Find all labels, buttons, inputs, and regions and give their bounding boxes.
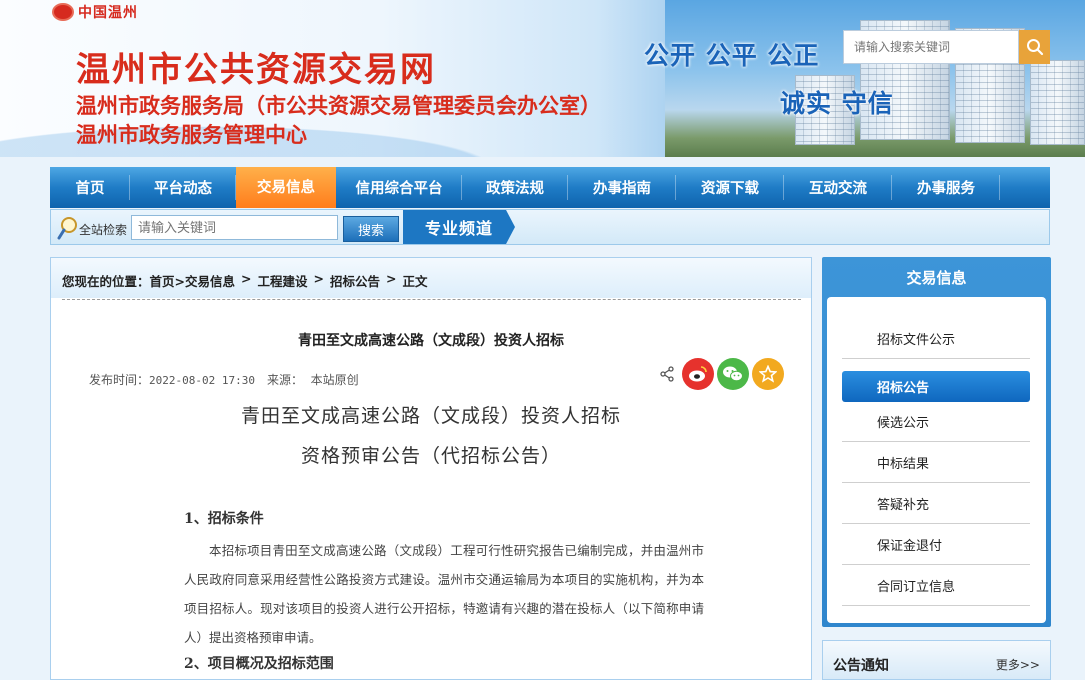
main-nav: 首页 平台动态 交易信息 信用综合平台 政策法规 办事指南 资源下载 互动交流 … [50, 167, 1050, 208]
sidebar-menu: 招标文件公示 招标公告 候选公示 中标结果 答疑补充 保证金退付 合同订立信息 [827, 297, 1046, 623]
favorite-star-icon[interactable] [752, 358, 784, 390]
logo-seal-icon [52, 3, 74, 21]
breadcrumb-tender-notice[interactable]: 招标公告 [330, 271, 380, 290]
sidebar-item-results[interactable]: 中标结果 [842, 442, 1030, 483]
header-banner: 中国温州 温州市公共资源交易网 温州市政务服务局（市公共资源交易管理委员会办公室… [0, 0, 1085, 157]
sidebar-title: 交易信息 [906, 269, 967, 287]
nav-services[interactable]: 办事服务 [892, 167, 1000, 208]
site-subtitle-1: 温州市政务服务局（市公共资源交易管理委员会办公室） [76, 94, 601, 118]
sidebar-item-deposit-refund[interactable]: 保证金退付 [842, 524, 1030, 565]
wechat-share-icon[interactable] [717, 358, 749, 390]
notice-heading-2: 资格预审公告（代招标公告） [300, 445, 561, 467]
building [1030, 60, 1085, 145]
site-title: 温州市公共资源交易网 [76, 50, 436, 90]
publish-time: 2022-08-02 17:30 [149, 374, 255, 387]
site-search-label: 全站检索 [79, 223, 128, 237]
breadcrumb-separator: > [386, 271, 397, 286]
notice-heading-1: 青田至文成高速公路（文成段）投资人招标 [240, 405, 621, 427]
magnifier-icon [57, 217, 77, 240]
nav-credit-platform[interactable]: 信用综合平台 [336, 167, 462, 208]
notice-panel-header: 公告通知 更多>> [822, 640, 1051, 680]
breadcrumb-engineering[interactable]: 工程建设 [258, 271, 308, 290]
breadcrumb-current: 正文 [402, 274, 428, 289]
professional-channel-tab[interactable]: 专业频道 [403, 210, 515, 244]
slogan-1: 公开 公平 公正 [644, 41, 820, 70]
article-panel: 您现在的位置： 首页 >交易信息 > 工程建设 > 招标公告 > 正文 青田至文… [50, 257, 812, 680]
source-value: 本站原创 [310, 373, 359, 387]
nav-interaction[interactable]: 互动交流 [784, 167, 892, 208]
sidebar-item-contracts[interactable]: 合同订立信息 [842, 565, 1030, 606]
logo-text: 中国温州 [78, 5, 138, 21]
site-logo[interactable]: 中国温州 [52, 2, 138, 22]
site-search-button[interactable]: 搜索 [343, 216, 399, 242]
nav-policy[interactable]: 政策法规 [462, 167, 568, 208]
breadcrumb-separator: > [313, 271, 324, 286]
sidebar-item-tender-notice[interactable]: 招标公告 [842, 371, 1030, 402]
nav-guide[interactable]: 办事指南 [568, 167, 676, 208]
notice-title: 公告通知 [833, 658, 889, 674]
nav-home[interactable]: 首页 [50, 167, 130, 208]
section-heading-2: 2、项目概况及招标范围 [184, 656, 334, 672]
breadcrumb-prefix: 您现在的位置： [62, 274, 150, 289]
nav-platform-news[interactable]: 平台动态 [130, 167, 236, 208]
share-icon[interactable] [659, 366, 675, 382]
breadcrumb: 您现在的位置： 首页 >交易信息 > 工程建设 > 招标公告 > 正文 [62, 271, 428, 290]
city-skyline-image [665, 0, 1085, 157]
search-icon [1026, 39, 1043, 56]
article-title: 青田至文成高速公路（文成段）投资人招标 [298, 333, 564, 349]
publish-label: 发布时间： [89, 373, 150, 387]
notice-more-link[interactable]: 更多>> [996, 656, 1040, 673]
slogan-2: 诚实 守信 [780, 89, 894, 118]
paragraph-text: 本招标项目青田至文成高速公路（文成段）工程可行性研究报告已编制完成，并由温州市人… [184, 543, 704, 645]
article-paragraph: 本招标项目青田至文成高速公路（文成段）工程可行性研究报告已编制完成，并由温州市人… [184, 536, 704, 652]
section-heading-1: 1、招标条件 [184, 511, 264, 527]
site-search-input[interactable] [131, 215, 338, 240]
header-search-input[interactable] [843, 30, 1019, 64]
breadcrumb-bar: 您现在的位置： 首页 >交易信息 > 工程建设 > 招标公告 > 正文 [51, 258, 811, 298]
sidebar-item-qa[interactable]: 答疑补充 [842, 483, 1030, 524]
header-search-button[interactable] [1019, 30, 1050, 64]
site-subtitle-2: 温州市政务服务管理中心 [76, 123, 307, 147]
article-meta: 发布时间：2022-08-02 17:30 来源： 本站原创 [89, 371, 359, 388]
divider [62, 299, 801, 300]
breadcrumb-trade-info[interactable]: >交易信息 [175, 271, 235, 290]
sidebar: 交易信息 招标文件公示 招标公告 候选公示 中标结果 答疑补充 保证金退付 合同… [822, 257, 1051, 627]
breadcrumb-home[interactable]: 首页 [150, 271, 175, 290]
weibo-share-icon[interactable] [682, 358, 714, 390]
breadcrumb-separator: > [241, 271, 252, 286]
sidebar-item-candidates[interactable]: 候选公示 [842, 401, 1030, 442]
sidebar-item-tender-docs[interactable]: 招标文件公示 [842, 318, 1030, 359]
share-bar [659, 358, 784, 390]
nav-downloads[interactable]: 资源下载 [676, 167, 784, 208]
source-label: 来源： [266, 373, 303, 387]
site-search-bar: 全站检索 搜索 专业频道 [50, 209, 1050, 245]
nav-trade-info[interactable]: 交易信息 [236, 167, 336, 208]
